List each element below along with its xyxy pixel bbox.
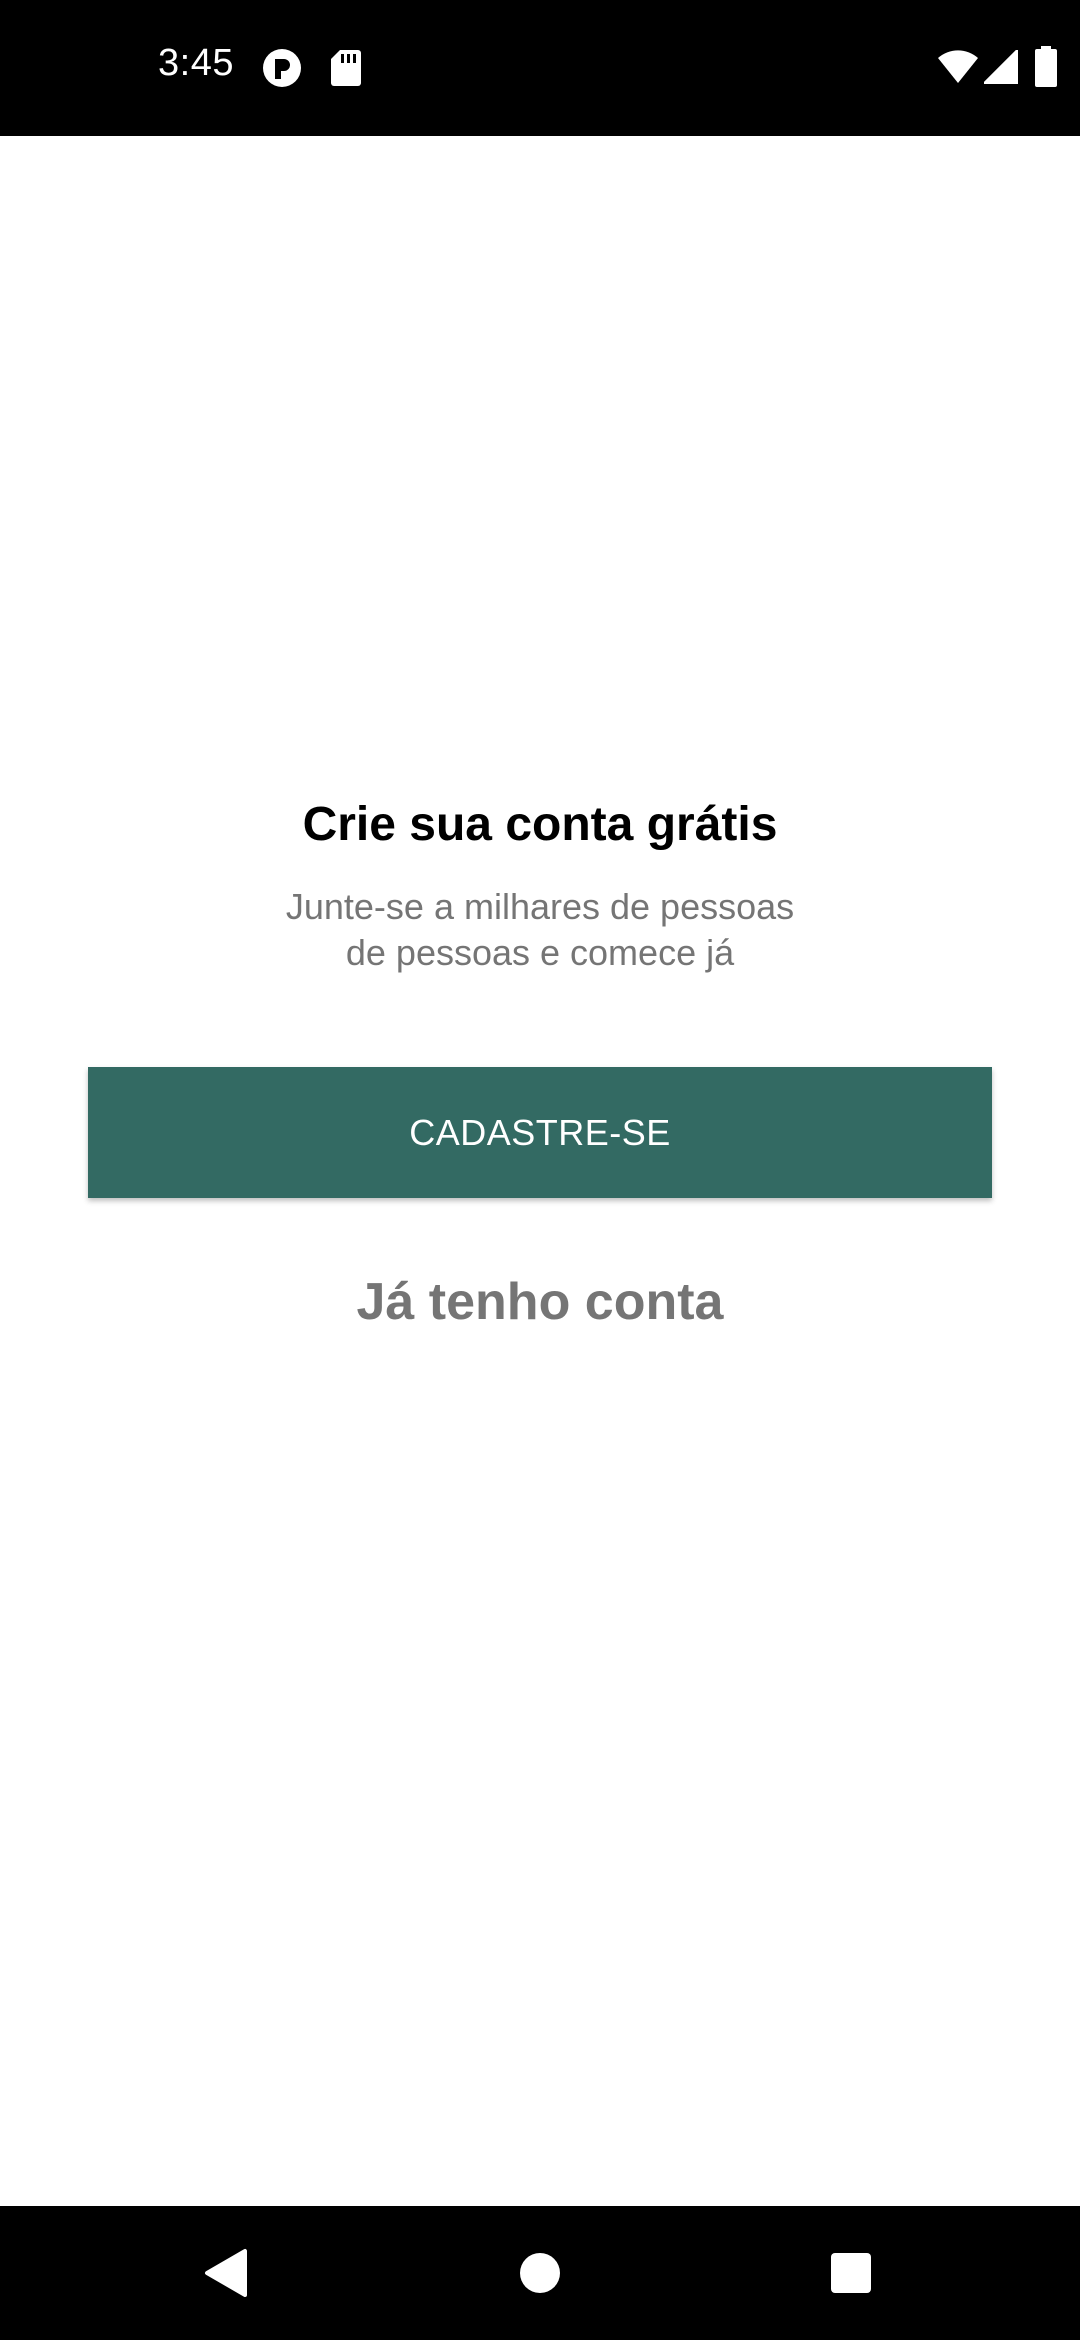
- cellular-signal-icon: [984, 50, 1018, 90]
- back-icon[interactable]: [189, 2236, 263, 2310]
- signup-button[interactable]: CADASTRE-SE: [88, 1067, 992, 1198]
- status-bar: 3:45: [0, 0, 1080, 136]
- wifi-icon: [937, 50, 979, 90]
- subtitle-line-1: Junte-se a milhares de pessoas: [285, 886, 795, 927]
- navigation-bar: [0, 2206, 1080, 2340]
- home-icon[interactable]: [503, 2236, 577, 2310]
- status-time: 3:45: [158, 42, 234, 84]
- subtitle-line-2: de pessoas e comece já: [345, 932, 735, 973]
- login-link[interactable]: Já tenho conta: [0, 1272, 1080, 1332]
- signup-screen: 3:45 Crie sua conta grátis Junte-se a mi…: [0, 0, 1080, 2340]
- notification-badge-icon: [262, 48, 302, 88]
- recents-icon[interactable]: [814, 2236, 888, 2310]
- page-title: Crie sua conta grátis: [302, 798, 778, 851]
- battery-icon: [1034, 46, 1058, 87]
- page-subtitle: Junte-se a milhares de pessoas de pessoa…: [0, 884, 1080, 976]
- sd-card-icon: [330, 48, 362, 88]
